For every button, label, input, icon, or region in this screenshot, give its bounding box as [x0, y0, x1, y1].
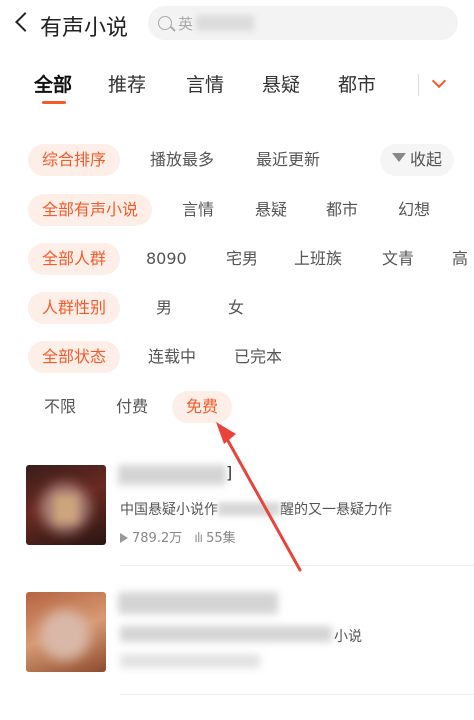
- chip-sort-recent[interactable]: 最近更新: [256, 144, 320, 176]
- filter-row-audience: 全部人群 8090 宅男 上班族 文青 高: [0, 243, 474, 277]
- back-arrow-icon[interactable]: [15, 12, 35, 32]
- filter-funnel-icon: [392, 153, 406, 162]
- tab-romance[interactable]: 言情: [186, 70, 224, 97]
- chip-price-paid[interactable]: 付费: [116, 391, 148, 423]
- chip-audience-8090[interactable]: 8090: [146, 243, 187, 275]
- book-title-suffix: ]: [226, 463, 233, 482]
- chip-genre-all[interactable]: 全部有声小说: [28, 194, 153, 226]
- chip-genre-suspense[interactable]: 悬疑: [255, 194, 287, 226]
- blurred-book-description: [120, 626, 332, 642]
- chip-audience-literary[interactable]: 文青: [382, 243, 414, 275]
- book-desc-suffix: 醒的又一悬疑力作: [280, 502, 392, 518]
- book-cover: [26, 465, 106, 545]
- tab-divider: [418, 74, 419, 96]
- search-placeholder: 英: [178, 15, 194, 33]
- tab-all[interactable]: 全部: [34, 70, 72, 97]
- book-description: 中国悬疑小说作 醒的又一悬疑力作: [120, 499, 392, 519]
- chip-status-finished[interactable]: 已完本: [234, 341, 282, 373]
- page-title: 有声小说: [40, 16, 129, 41]
- chip-audience-otaku[interactable]: 宅男: [226, 243, 258, 275]
- collapse-button[interactable]: 收起: [380, 144, 455, 176]
- cover-art-blur: [40, 483, 90, 533]
- tab-urban[interactable]: 都市: [338, 70, 376, 97]
- blurred-book-title: [118, 592, 278, 614]
- chip-price-free[interactable]: 免费: [172, 391, 233, 423]
- cover-art-blur: [40, 610, 90, 660]
- blurred-book-title: [118, 465, 226, 485]
- book-desc-prefix: 中国悬疑小说作: [120, 502, 218, 518]
- blurred-author: [218, 502, 280, 516]
- tab-recommend[interactable]: 推荐: [108, 70, 146, 97]
- header-bar: 有声小说 英: [0, 0, 474, 48]
- filter-row-status: 全部状态 连载中 已完本: [0, 341, 474, 375]
- filter-row-sort: 综合排序 播放最多 最近更新 收起: [0, 144, 474, 178]
- active-tab-indicator: [42, 101, 66, 104]
- chip-gender-all[interactable]: 人群性别: [28, 292, 121, 324]
- blurred-search-text: [196, 15, 254, 31]
- episodes-icon: ılı: [194, 531, 203, 546]
- filter-row-genre: 全部有声小说 言情 悬疑 都市 幻想: [0, 194, 474, 228]
- chip-genre-urban[interactable]: 都市: [326, 194, 358, 226]
- chip-sort-comprehensive[interactable]: 综合排序: [28, 144, 121, 176]
- book-list-item[interactable]: ] 中国悬疑小说作 醒的又一悬疑力作 789.2万 ılı 55集: [0, 463, 474, 585]
- tab-suspense[interactable]: 悬疑: [262, 70, 300, 97]
- book-cover: [26, 592, 106, 672]
- list-divider: [120, 694, 474, 695]
- chip-audience-office[interactable]: 上班族: [294, 243, 342, 275]
- search-input[interactable]: 英: [148, 6, 458, 40]
- chip-sort-most-played[interactable]: 播放最多: [150, 144, 214, 176]
- chip-audience-more[interactable]: 高: [452, 243, 468, 275]
- chip-genre-fantasy[interactable]: 幻想: [398, 194, 430, 226]
- book-stats: 789.2万 ılı 55集: [120, 527, 236, 546]
- play-count: 789.2万: [132, 531, 183, 546]
- filter-row-gender: 人群性别 男 女: [0, 292, 474, 326]
- chip-status-all[interactable]: 全部状态: [28, 341, 121, 373]
- blurred-book-stats: [120, 654, 260, 668]
- book-description: 小说: [334, 629, 362, 645]
- chip-price-any[interactable]: 不限: [44, 391, 76, 423]
- chip-gender-male[interactable]: 男: [156, 292, 172, 324]
- category-tabs: 全部 推荐 言情 悬疑 都市: [0, 62, 474, 108]
- collapse-label: 收起: [410, 150, 443, 169]
- list-divider: [120, 565, 474, 566]
- chip-status-ongoing[interactable]: 连载中: [148, 341, 196, 373]
- episode-count: 55集: [206, 531, 236, 546]
- chip-genre-romance[interactable]: 言情: [182, 194, 214, 226]
- search-icon: [158, 16, 172, 30]
- chip-audience-all[interactable]: 全部人群: [28, 243, 121, 275]
- play-count-icon: [120, 533, 128, 543]
- filter-row-price: 不限 付费 免费: [0, 391, 474, 425]
- chevron-down-icon[interactable]: [431, 73, 447, 89]
- chip-gender-female[interactable]: 女: [228, 292, 244, 324]
